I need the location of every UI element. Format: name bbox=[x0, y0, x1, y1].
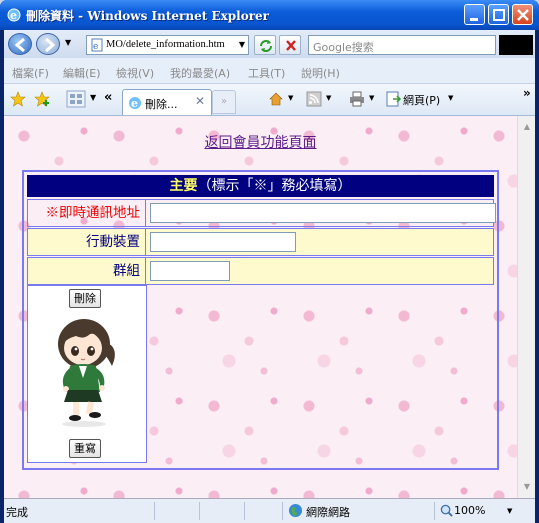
tab-scroll-left-icon[interactable]: « bbox=[104, 90, 112, 105]
page-menu-label[interactable]: 網頁(P) bbox=[403, 92, 440, 108]
menu-tools[interactable]: 工具(T) bbox=[248, 65, 285, 81]
home-dropdown-icon[interactable]: ▼ bbox=[288, 94, 293, 102]
svg-text:e: e bbox=[10, 9, 17, 22]
tab-close-icon[interactable]: ✕ bbox=[195, 94, 205, 108]
menu-file[interactable]: 檔案(F) bbox=[12, 65, 49, 81]
zoom-icon[interactable] bbox=[440, 504, 453, 517]
print-icon[interactable] bbox=[349, 91, 365, 107]
feeds-dropdown-icon[interactable]: ▼ bbox=[326, 94, 331, 102]
row-im-address: ※即時通訊地址 bbox=[27, 199, 496, 227]
maximize-button[interactable] bbox=[488, 4, 509, 25]
stop-button[interactable] bbox=[279, 35, 301, 55]
menu-view[interactable]: 檢視(V) bbox=[116, 65, 154, 81]
back-button[interactable] bbox=[8, 33, 32, 55]
delete-form: 主要（標示「※」務必填寫） ※即時通訊地址 行動裝置 群組 刪除 重寫 bbox=[22, 170, 499, 470]
close-icon bbox=[517, 9, 529, 21]
toolbar-overflow-icon[interactable]: » bbox=[523, 86, 531, 100]
history-dropdown-icon[interactable]: ▼ bbox=[65, 38, 71, 47]
feeds-icon[interactable] bbox=[306, 91, 322, 107]
favorites-star-icon[interactable] bbox=[10, 91, 26, 107]
im-address-input[interactable] bbox=[150, 203, 496, 223]
new-tab-button[interactable]: » bbox=[212, 90, 236, 114]
form-header-main: 主要 bbox=[169, 178, 198, 194]
page-icon: e bbox=[91, 38, 103, 52]
page-menu-icon[interactable] bbox=[385, 91, 401, 107]
status-divider bbox=[244, 502, 245, 520]
print-dropdown-icon[interactable]: ▼ bbox=[369, 94, 374, 102]
window-title: 刪除資料 - Windows Internet Explorer bbox=[26, 9, 269, 23]
scroll-down-icon[interactable]: ▼ bbox=[520, 480, 534, 494]
status-divider bbox=[199, 502, 200, 520]
minimize-button[interactable] bbox=[464, 4, 485, 25]
address-dropdown-icon[interactable]: ▼ bbox=[236, 36, 248, 54]
address-bar: ▼ e MO/delete_information.htm ▼ Google搜索 bbox=[4, 30, 535, 58]
menu-favorites[interactable]: 我的最愛(A) bbox=[170, 65, 230, 81]
search-input[interactable]: Google搜索 bbox=[308, 35, 496, 55]
svg-text:e: e bbox=[131, 97, 138, 110]
zoom-dropdown-icon[interactable]: ▼ bbox=[507, 507, 512, 515]
security-zone: 網際網路 bbox=[306, 506, 350, 519]
action-cell: 刪除 重寫 bbox=[27, 285, 147, 463]
maximize-icon bbox=[493, 9, 505, 21]
reset-button[interactable]: 重寫 bbox=[69, 439, 101, 458]
scroll-up-icon[interactable]: ▲ bbox=[520, 120, 534, 134]
status-text: 完成 bbox=[6, 506, 28, 519]
group-input[interactable] bbox=[150, 261, 230, 281]
page-content: 返回會員功能頁面 主要（標示「※」務必填寫） ※即時通訊地址 行動裝置 群組 刪… bbox=[4, 116, 517, 498]
form-header: 主要（標示「※」務必填寫） bbox=[27, 175, 494, 197]
status-bar: 完成 網際網路 100% ▼ bbox=[4, 498, 535, 523]
menu-bar: 檔案(F) 編輯(E) 檢視(V) 我的最愛(A) 工具(T) 說明(H) bbox=[4, 58, 535, 84]
tab-current[interactable]: e 刪除... ✕ bbox=[122, 89, 212, 115]
title-bar: e 刪除資料 - Windows Internet Explorer bbox=[0, 0, 539, 30]
search-button[interactable] bbox=[499, 35, 533, 55]
home-icon[interactable] bbox=[268, 91, 284, 107]
tab-list-dropdown-icon[interactable]: ▼ bbox=[90, 93, 96, 102]
form-header-note: （標示「※」務必填寫） bbox=[197, 178, 352, 194]
chibi-girl-illustration bbox=[58, 319, 115, 427]
browser-window: e 刪除資料 - Windows Internet Explorer ▼ e M… bbox=[0, 0, 539, 523]
minimize-icon bbox=[470, 18, 478, 21]
arrow-right-icon bbox=[45, 37, 56, 53]
refresh-button[interactable] bbox=[254, 35, 276, 55]
mobile-device-input[interactable] bbox=[150, 232, 296, 252]
group-label: 群組 bbox=[28, 258, 146, 284]
svg-text:e: e bbox=[93, 42, 98, 52]
status-divider bbox=[282, 502, 283, 520]
ie-page-icon: e bbox=[129, 97, 141, 110]
menu-edit[interactable]: 編輯(E) bbox=[63, 65, 101, 81]
tab-bar: ▼ « e 刪除... ✕ » ▼ ▼ ▼ 網頁(P) ▼ » bbox=[4, 84, 535, 116]
page-dropdown-icon[interactable]: ▼ bbox=[448, 94, 453, 102]
mobile-device-label: 行動裝置 bbox=[28, 229, 146, 255]
globe-icon bbox=[288, 503, 303, 518]
stop-icon bbox=[286, 40, 296, 51]
delete-button[interactable]: 刪除 bbox=[69, 289, 101, 308]
quick-tabs-icon[interactable] bbox=[66, 90, 86, 108]
close-button[interactable] bbox=[512, 4, 533, 25]
status-divider bbox=[154, 502, 155, 520]
url-text: MO/delete_information.htm bbox=[106, 39, 225, 50]
refresh-icon bbox=[260, 40, 272, 52]
arrow-left-icon bbox=[14, 37, 25, 53]
vertical-scrollbar[interactable]: ▲ ▼ bbox=[517, 116, 535, 498]
row-group: 群組 bbox=[27, 257, 494, 285]
im-address-label: ※即時通訊地址 bbox=[28, 200, 146, 226]
menu-help[interactable]: 說明(H) bbox=[301, 65, 340, 81]
back-to-member-link[interactable]: 返回會員功能頁面 bbox=[4, 132, 517, 152]
row-mobile-device: 行動裝置 bbox=[27, 228, 494, 256]
tab-label: 刪除... bbox=[145, 98, 178, 111]
address-input[interactable]: e MO/delete_information.htm ▼ bbox=[86, 35, 249, 55]
ie-logo-icon: e bbox=[7, 8, 21, 22]
forward-button[interactable] bbox=[36, 33, 60, 55]
zoom-level[interactable]: 100% bbox=[454, 504, 485, 517]
status-divider bbox=[434, 502, 435, 520]
add-favorite-icon[interactable] bbox=[34, 91, 50, 107]
